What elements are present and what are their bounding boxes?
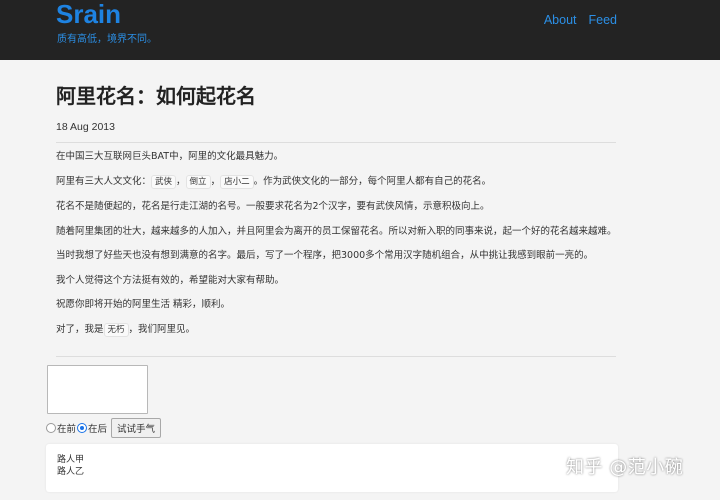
text: 对了，我是 — [56, 323, 104, 335]
post-title: 阿里花名：如何起花名 — [56, 84, 256, 108]
nav-feed-link[interactable]: Feed — [589, 13, 618, 27]
post-date: 18 Aug 2013 — [56, 121, 115, 133]
nav-about-link[interactable]: About — [544, 13, 577, 27]
radio-after[interactable] — [77, 423, 88, 433]
site-header: Srain 质有高低，境界不同。 About Feed — [0, 0, 720, 60]
paragraph: 在中国三大互联网巨头BAT中，阿里的文化最具魅力。 — [56, 151, 284, 162]
site-brand[interactable]: Srain — [56, 0, 121, 28]
paragraph: 随着阿里集团的壮大，越来越多的人加入，并且阿里会为离开的员工保留花名。所以对新入… — [56, 225, 617, 237]
list-item: 路人乙 — [57, 467, 85, 477]
radio-after-label: 在后 — [88, 424, 108, 435]
text: ，我们阿里见。 — [128, 323, 196, 335]
result-list: 路人甲 路人乙 — [46, 444, 618, 492]
inline-code: 无朽 — [103, 322, 129, 337]
inline-code: 倒立 — [185, 174, 211, 189]
inline-code: 武侠 — [151, 174, 177, 189]
try-luck-button[interactable]: 试试手气 — [111, 418, 162, 438]
watermark: 知乎 @范小碗 — [566, 457, 684, 478]
paragraph: 阿里有三大人文文化： 武侠，倒立，店小二 。作为武侠文化的一部分，每个阿里人都有自己… — [56, 174, 621, 190]
radio-before-label: 在前 — [57, 424, 77, 435]
paragraph: 祝愿你即将开始的阿里生活 精彩，顺利。 — [56, 299, 231, 310]
site-tagline: 质有高低，境界不同。 — [57, 34, 157, 45]
list-item: 路人甲 — [57, 455, 85, 465]
text: 。作为武侠文化的一部分，每个阿里人都有自己的花名。 — [253, 175, 492, 187]
site-nav: About Feed — [544, 13, 617, 27]
name-input[interactable] — [47, 365, 148, 414]
divider — [56, 142, 616, 143]
text: ， — [176, 175, 186, 187]
text: ， — [210, 175, 221, 187]
paragraph: 我个人觉得这个方法挺有效的，希望能对大家有帮助。 — [56, 274, 285, 286]
paragraph: 花名不是随便起的，花名是行走江湖的名号。一般要求花名为2个汉字，要有武侠风情，示… — [56, 201, 490, 212]
paragraph: 当时我想了好些天也没有想到满意的名字。最后，写了一个程序，把3000多个常用汉字… — [56, 250, 594, 261]
divider — [56, 356, 616, 357]
text: 阿里有三大人文文化： — [56, 175, 152, 187]
inline-code: 店小二 — [220, 174, 254, 189]
position-controls: 在前 在后 试试手气 — [46, 418, 162, 438]
paragraph: 对了，我是 无朽 ，我们阿里见。 — [56, 322, 621, 338]
radio-before[interactable] — [46, 423, 56, 433]
post-body: 在中国三大互联网巨头BAT中，阿里的文化最具魅力。 阿里有三大人文文化： 武侠，倒… — [56, 149, 621, 347]
